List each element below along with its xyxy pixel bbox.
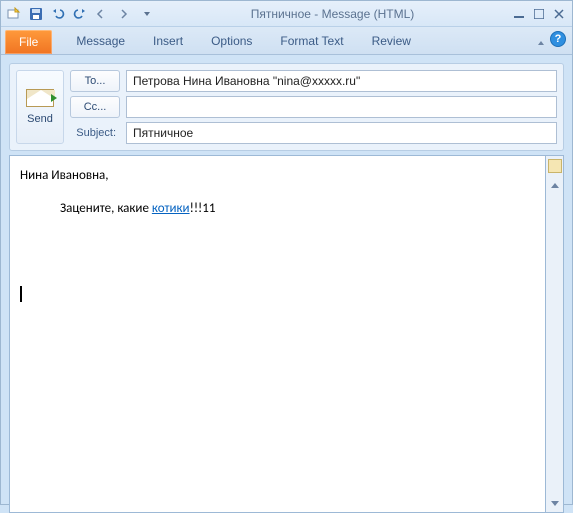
cc-field[interactable] [126,96,557,118]
title-bar: Пятничное - Message (HTML) [1,1,572,27]
file-tab[interactable]: File [5,30,52,54]
redo-button[interactable] [71,5,89,23]
window-buttons [510,6,568,22]
chevron-down-icon [144,12,150,16]
close-button[interactable] [550,6,568,22]
cc-button[interactable]: Cc... [70,96,120,118]
vertical-scrollbar[interactable] [546,155,564,513]
body-link[interactable]: котики [152,201,190,216]
chevron-down-icon [538,41,544,45]
send-button[interactable]: Send [16,70,64,144]
save-button[interactable] [27,5,45,23]
qat-customize-button[interactable] [137,5,155,23]
tab-message[interactable]: Message [62,28,139,54]
window-title: Пятничное - Message (HTML) [155,7,510,21]
qat-new-button[interactable] [5,5,23,23]
maximize-button[interactable] [530,6,548,22]
tab-insert[interactable]: Insert [139,28,197,54]
send-label: Send [27,113,53,125]
subject-label: Subject: [70,127,120,139]
to-button[interactable]: To... [70,70,120,92]
body-line: Зацените, какие котики!!!11 [60,201,535,216]
quick-access-toolbar [5,5,155,23]
envelope-icon [26,89,54,107]
ribbon: File Message Insert Options Format Text … [1,27,572,55]
minimize-button[interactable] [510,6,528,22]
body-line-prefix: Зацените, какие [60,201,152,216]
scroll-up-button[interactable] [548,178,562,192]
undo-button[interactable] [49,5,67,23]
tab-format-text[interactable]: Format Text [266,28,357,54]
subject-field[interactable] [126,122,557,144]
ruler-icon[interactable] [548,159,562,173]
next-button[interactable] [115,5,133,23]
previous-button[interactable] [93,5,111,23]
message-header: Send To... Cc... Subject: [9,63,564,151]
tab-review[interactable]: Review [358,28,425,54]
to-field[interactable] [126,70,557,92]
text-caret [20,286,22,302]
ribbon-minimize-button[interactable] [536,32,544,46]
tab-options[interactable]: Options [197,28,266,54]
body-line-suffix: !!!11 [190,201,216,216]
scroll-down-button[interactable] [548,496,562,510]
body-greeting: Нина Ивановна, [20,168,535,183]
help-button[interactable]: ? [550,31,566,47]
message-body[interactable]: Нина Ивановна, Зацените, какие котики!!!… [9,155,546,513]
